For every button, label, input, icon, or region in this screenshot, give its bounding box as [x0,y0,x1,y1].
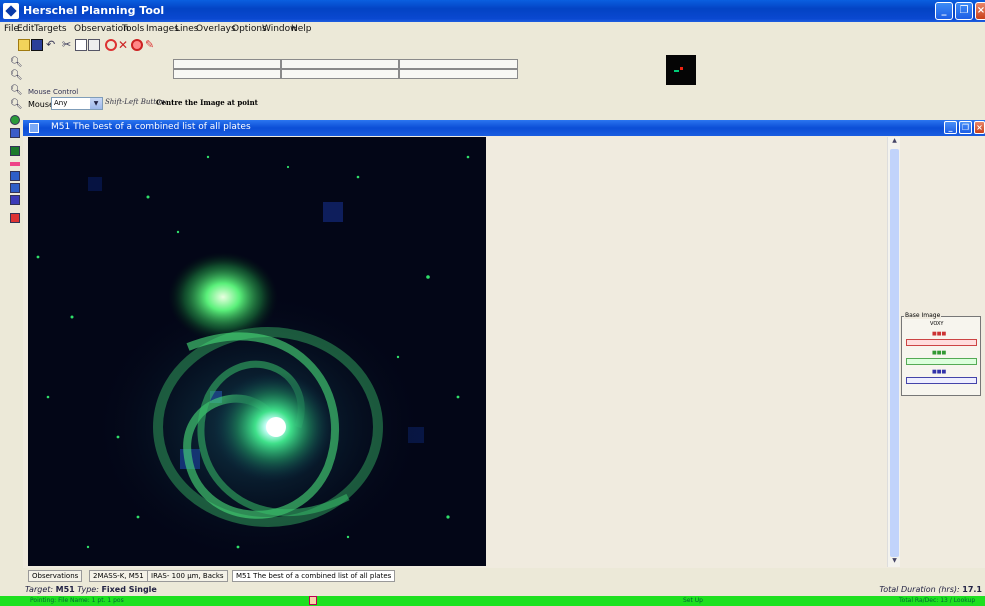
strip-field-3[interactable] [399,59,518,69]
herschel-planning-tool-window: Herschel Planning Tool _ ❐ × File Edit T… [0,0,985,606]
status-middle: Set Up [683,597,703,604]
thumbnail-marker-2 [674,70,679,72]
status-right: Total Ra/Dec: 13 / Lookup [899,597,976,604]
stop-icon[interactable] [105,39,117,51]
target-label: Target: [25,585,54,594]
grid-icon[interactable] [10,128,20,138]
list-icon[interactable] [10,195,20,205]
duration-label: Total Duration (hrs): [879,585,960,594]
green-tool-icon[interactable] [10,146,20,156]
frame-icon [29,123,39,133]
target-value: M51 [55,585,75,594]
vertical-scrollbar[interactable]: ▲ ▼ [887,137,900,567]
coordinate-strip [173,59,518,81]
close-button[interactable]: × [975,2,985,20]
pen-icon[interactable]: ✎ [145,39,157,51]
frame-minimize-button[interactable]: _ [944,121,957,134]
window-title: Herschel Planning Tool [23,4,165,17]
status-indicator-icon[interactable] [309,596,317,605]
globe-icon[interactable] [10,115,20,125]
status-bar: Pointing: File Name: 1 pt. 1 pos Set Up … [0,596,985,606]
menu-observation[interactable]: Observation [74,24,129,34]
galaxy-image-svg [28,137,486,566]
mouse-control-title: Mouse Control [28,88,79,96]
menu-bar: File Edit Targets Observation Tools Imag… [0,22,985,37]
chevron-down-icon[interactable]: ▼ [90,98,102,109]
type-value: Fixed Single [101,585,157,594]
open-folder-icon[interactable] [18,39,30,51]
duration-info: Total Duration (hrs): 17.1 [879,585,982,594]
save-icon[interactable] [31,39,43,51]
mouse-control-group: Mouse Control Mouse: Any ▼ Shift-Left Bu… [22,88,522,116]
zoom-reset-icon[interactable]: 🔍︎ [10,99,23,111]
strip-field-1[interactable] [173,59,281,69]
mouse-select[interactable]: Any ▼ [51,97,103,110]
tab-iras[interactable]: IRAS- 100 μm, Backs [147,570,228,582]
zoom-out-icon[interactable]: 🔍︎ [10,70,23,82]
copy-icon[interactable] [75,39,87,51]
menu-lines[interactable]: Lines [175,24,198,34]
menu-edit[interactable]: Edit [17,24,34,34]
paste-icon[interactable] [88,39,100,51]
frame-close-button[interactable]: × [974,121,985,134]
green-channel-controls[interactable]: ■■■ [932,350,946,356]
base-image-label: VOXY [930,321,944,327]
image-frame-content: ▲ ▼ Base Image VOXY ■■■ ■■■ ■■■ [23,136,985,568]
blue-channel-controls[interactable]: ■■■ [932,369,946,375]
menu-targets[interactable]: Targets [34,24,67,34]
check-icon[interactable] [10,183,20,193]
title-bar: Herschel Planning Tool _ ❐ × [0,0,985,22]
status-left: Pointing: File Name: 1 pt. 1 pos [30,597,124,604]
layers-icon[interactable] [10,171,20,181]
red-channel-controls[interactable]: ■■■ [932,331,946,337]
scroll-down-arrow-icon[interactable]: ▼ [889,557,900,567]
document-tabs: Observations 2MASS-K, M51 IRAS- 100 μm, … [23,569,985,583]
main-toolbar: ↶ ✂ ✕ ✎ [0,37,985,55]
sky-image[interactable] [28,137,486,566]
undo-icon[interactable]: ↶ [46,39,58,51]
menu-tools[interactable]: Tools [122,24,144,34]
menu-images[interactable]: Images [146,24,179,34]
strip-field-4[interactable] [173,69,281,79]
zoom-in-icon[interactable]: 🔍︎ [10,57,23,69]
tab-observations[interactable]: Observations [28,570,83,582]
menu-help[interactable]: Help [291,24,312,34]
type-label: Type: [77,585,99,594]
target-info: Target: M51 Type: Fixed Single [25,585,157,594]
image-frame-titlebar[interactable]: M51 The best of a combined list of all p… [23,120,985,136]
tool-palette [8,115,22,235]
cut-icon[interactable]: ✂ [62,39,74,51]
green-channel-field[interactable] [906,358,977,365]
red-channel-field[interactable] [906,339,977,346]
target-icon[interactable] [131,39,143,51]
base-image-title: Base Image [904,312,942,319]
zoom-fit-icon[interactable]: 🔍︎ [10,85,23,97]
menu-overlays[interactable]: Overlays [196,24,236,34]
thumbnail-marker [680,67,683,70]
marker-icon[interactable] [10,213,20,223]
maximize-button[interactable]: ❐ [955,2,973,20]
app-icon [3,3,19,19]
frame-maximize-button[interactable]: ❐ [959,121,972,134]
mouse-hint-action: Centre the Image at point [156,98,258,107]
image-frame-title: M51 The best of a combined list of all p… [51,122,251,132]
scroll-up-arrow-icon[interactable]: ▲ [889,137,900,147]
tab-2mass-k[interactable]: 2MASS-K, M51 [89,570,148,582]
line-icon[interactable] [10,162,20,166]
strip-field-6[interactable] [399,69,518,79]
tab-m51[interactable]: M51 The best of a combined list of all p… [232,570,396,582]
minimize-button[interactable]: _ [935,2,953,20]
base-image-panel: Base Image VOXY ■■■ ■■■ ■■■ [901,312,981,396]
scrollbar-thumb[interactable] [890,149,899,557]
mouse-select-value: Any [54,99,68,107]
overview-thumbnail[interactable] [666,55,696,85]
target-info-bar: Target: M51 Type: Fixed Single Total Dur… [0,584,985,595]
strip-field-5[interactable] [281,69,399,79]
blue-channel-field[interactable] [906,377,977,384]
strip-field-2[interactable] [281,59,399,69]
delete-icon[interactable]: ✕ [118,39,130,51]
duration-value: 17.1 [962,585,982,594]
